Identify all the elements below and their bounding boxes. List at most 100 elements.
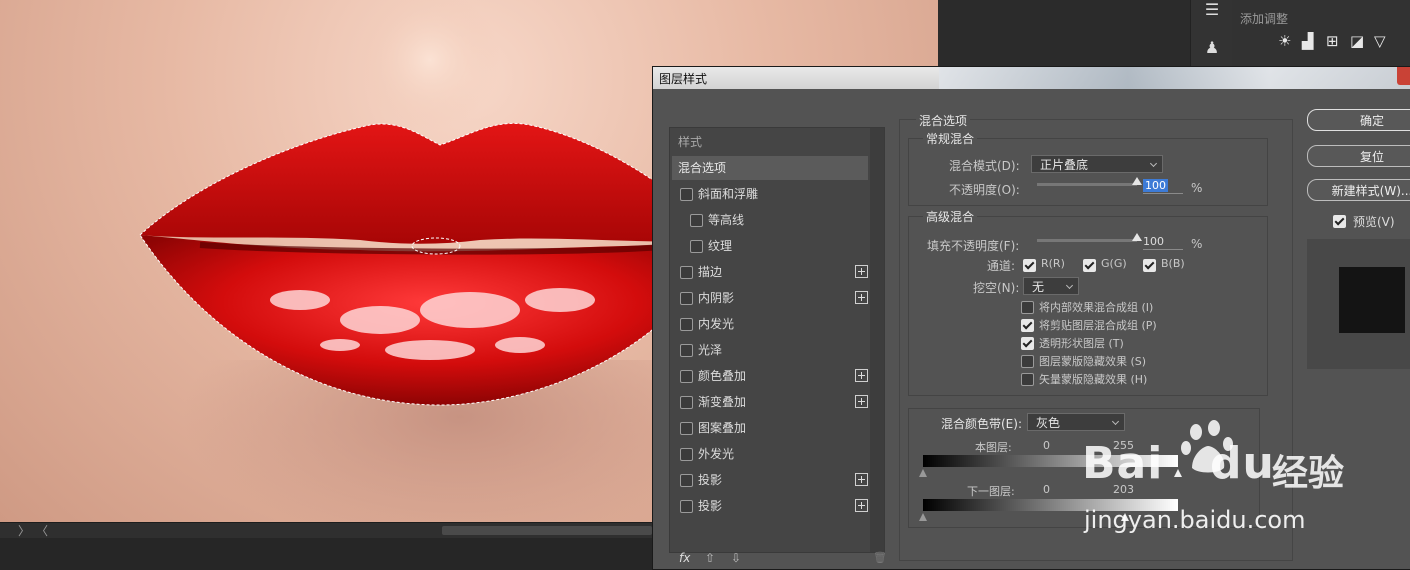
blend-option-label: 将剪贴图层混合成组 (P) xyxy=(1039,319,1157,332)
style-item[interactable]: 颜色叠加 xyxy=(672,364,868,388)
style-item[interactable]: 内阴影 xyxy=(672,286,868,310)
style-item-checkbox[interactable] xyxy=(680,448,693,461)
move-up-icon[interactable]: ⇧ xyxy=(705,551,715,565)
preview-checkbox[interactable] xyxy=(1333,215,1346,228)
style-item-checkbox[interactable] xyxy=(680,500,693,513)
blend-option-checkbox[interactable] xyxy=(1021,319,1034,332)
style-item[interactable]: 内发光 xyxy=(672,312,868,336)
style-item[interactable]: 斜面和浮雕 xyxy=(672,182,868,206)
channel-label: G(G) xyxy=(1101,257,1127,270)
scroll-left-arrow[interactable]: 〉 xyxy=(18,523,30,539)
styles-scrollbar[interactable] xyxy=(870,128,884,552)
channel-checkbox[interactable] xyxy=(1143,259,1156,272)
style-item-label: 投影 xyxy=(698,499,723,513)
opacity-slider-thumb[interactable] xyxy=(1132,177,1142,185)
advanced-blending-group: 高级混合 填充不透明度(F): 100 % 通道: R(R) G(G) B(B) 挖… xyxy=(908,208,1268,396)
style-item-checkbox[interactable] xyxy=(680,266,693,279)
add-effect-plus-icon[interactable] xyxy=(855,499,868,512)
style-item-label: 等高线 xyxy=(708,213,745,227)
this-layer-black-thumb[interactable] xyxy=(919,469,927,477)
adjust-title: 添加调整 xyxy=(1240,12,1289,26)
knockout-select[interactable]: 无 xyxy=(1023,277,1079,295)
style-item-checkbox[interactable] xyxy=(680,474,693,487)
dialog-title: 图层样式 xyxy=(659,72,708,86)
blend-option-label: 矢量蒙版隐藏效果 (H) xyxy=(1039,373,1148,386)
style-item[interactable]: 描边 xyxy=(672,260,868,284)
blend-option-checkbox[interactable] xyxy=(1021,301,1034,314)
fill-opacity-label: 填充不透明度(F): xyxy=(927,239,1020,253)
new-style-button[interactable]: 新建样式(W)... xyxy=(1307,179,1410,201)
blend-option-checkbox[interactable] xyxy=(1021,355,1034,368)
fill-opacity-unit: % xyxy=(1191,237,1203,251)
watermark-cn: 经验 xyxy=(1272,453,1345,494)
style-item-checkbox[interactable] xyxy=(680,188,693,201)
style-item-checkbox[interactable] xyxy=(680,396,693,409)
preview-label: 预览(V) xyxy=(1353,215,1395,229)
trash-icon[interactable]: 🗑 xyxy=(873,551,887,564)
move-down-icon[interactable]: ⇩ xyxy=(731,551,741,565)
add-effect-plus-icon[interactable] xyxy=(855,395,868,408)
titlebar-backdrop xyxy=(939,67,1410,89)
close-button[interactable] xyxy=(1397,67,1410,85)
channel-checkbox[interactable] xyxy=(1083,259,1096,272)
style-item[interactable]: 纹理 xyxy=(672,234,868,258)
ok-button[interactable]: 确定 xyxy=(1307,109,1410,131)
curves-icon[interactable]: ⊞ xyxy=(1326,32,1339,50)
channel-checkbox[interactable] xyxy=(1023,259,1036,272)
style-item[interactable]: 投影 xyxy=(672,468,868,492)
status-bar xyxy=(0,538,652,568)
style-item-checkbox[interactable] xyxy=(690,240,703,253)
style-item-label: 内阴影 xyxy=(698,291,735,305)
style-item[interactable]: 投影 xyxy=(672,494,868,518)
reset-button[interactable]: 复位 xyxy=(1307,145,1410,167)
style-item-checkbox[interactable] xyxy=(690,214,703,227)
blend-mode-select[interactable]: 正片叠底 xyxy=(1031,155,1163,173)
opacity-input[interactable]: 100 xyxy=(1143,179,1183,194)
watermark-brand: Bai xyxy=(1082,438,1164,489)
preview-toggle[interactable]: 预览(V) xyxy=(1333,213,1410,229)
style-item-checkbox[interactable] xyxy=(680,344,693,357)
add-effect-plus-icon[interactable] xyxy=(855,291,868,304)
style-item[interactable]: 图案叠加 xyxy=(672,416,868,440)
add-effect-plus-icon[interactable] xyxy=(855,265,868,278)
style-item-label: 光泽 xyxy=(698,343,723,357)
styles-list: 样式 混合选项 斜面和浮雕 等高线 纹理 描边 内阴影 内发光 光泽 颜色叠加 渐变叠加 图案叠加外… xyxy=(669,127,885,553)
style-item[interactable]: 混合选项 xyxy=(672,156,868,180)
adjustments-icon[interactable]: ☰ xyxy=(1201,0,1223,22)
vibrance-icon[interactable]: ▽ xyxy=(1374,32,1386,50)
add-effect-plus-icon[interactable] xyxy=(855,369,868,382)
style-item[interactable]: 渐变叠加 xyxy=(672,390,868,414)
fill-opacity-input[interactable]: 100 xyxy=(1143,235,1183,250)
canvas-scrollbar[interactable]: 〉 〈 xyxy=(0,522,652,539)
this-layer-label: 本图层: xyxy=(975,441,1012,454)
style-item-label: 混合选项 xyxy=(678,161,727,175)
style-item-checkbox[interactable] xyxy=(680,370,693,383)
dialog-titlebar[interactable]: 图层样式 xyxy=(653,67,1410,89)
brightness-icon[interactable]: ☀ xyxy=(1278,32,1291,50)
underlying-layer-black-thumb[interactable] xyxy=(919,513,927,521)
fill-opacity-slider[interactable] xyxy=(1037,239,1137,242)
properties-icon[interactable]: ♟ xyxy=(1201,38,1223,60)
scroll-thumb[interactable] xyxy=(442,526,652,535)
fill-opacity-slider-thumb[interactable] xyxy=(1132,233,1142,241)
fx-icon[interactable]: fx xyxy=(679,551,690,565)
style-item[interactable]: 外发光 xyxy=(672,442,868,466)
blend-mode-label: 混合模式(D): xyxy=(949,159,1020,173)
blend-option-checkbox[interactable] xyxy=(1021,337,1034,350)
style-item-checkbox[interactable] xyxy=(680,292,693,305)
style-item-checkbox[interactable] xyxy=(680,318,693,331)
channel-label: B(B) xyxy=(1161,257,1185,270)
blend-option-checkbox[interactable] xyxy=(1021,373,1034,386)
opacity-slider[interactable] xyxy=(1037,183,1137,186)
style-item[interactable]: 光泽 xyxy=(672,338,868,362)
add-effect-plus-icon[interactable] xyxy=(855,473,868,486)
underlying-layer-label: 下一图层: xyxy=(967,485,1015,498)
blend-if-label: 混合颜色带(E): xyxy=(941,417,1022,431)
exposure-icon[interactable]: ◪ xyxy=(1350,32,1364,50)
scroll-right-arrow[interactable]: 〈 xyxy=(36,523,48,539)
style-item-checkbox[interactable] xyxy=(680,422,693,435)
lip-line xyxy=(199,242,681,255)
levels-icon[interactable]: ▟ xyxy=(1302,32,1314,50)
style-item[interactable]: 等高线 xyxy=(672,208,868,232)
blend-option-label: 透明形状图层 (T) xyxy=(1039,337,1124,350)
